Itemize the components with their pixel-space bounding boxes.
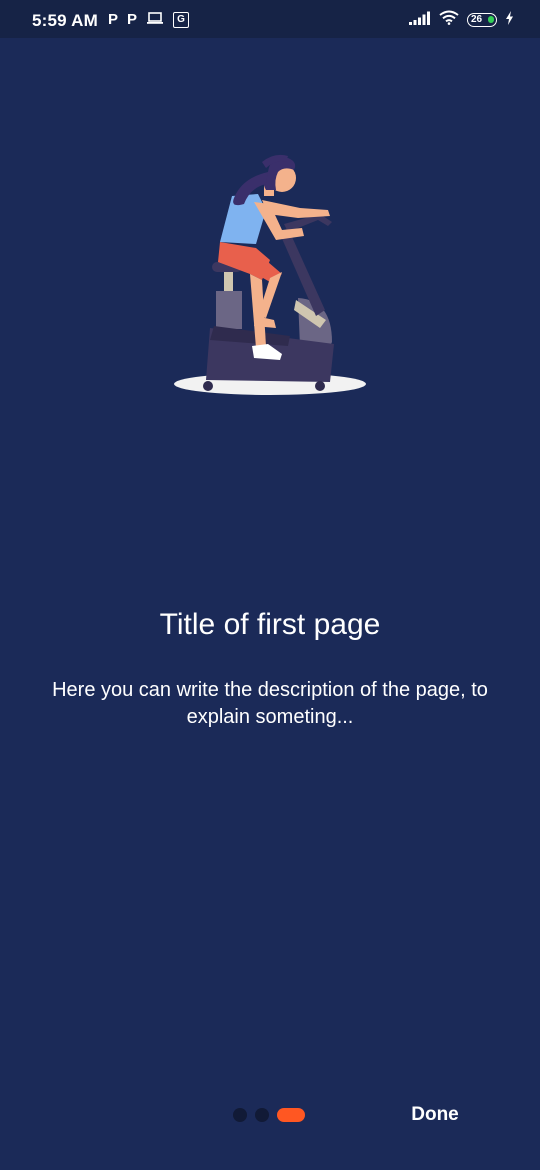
battery-icon: 26 — [467, 13, 497, 27]
page-dot[interactable] — [233, 1108, 247, 1122]
laptop-icon — [146, 11, 164, 30]
status-time: 5:59 AM — [32, 11, 98, 30]
signal-icon — [409, 11, 431, 30]
page-description: Here you can write the description of th… — [52, 679, 488, 728]
onboarding-screen: 5:59 AM P P G 26 Title of first page Her… — [0, 0, 540, 1170]
battery-level: 26 — [471, 14, 483, 25]
system-icons: 26 — [409, 10, 514, 30]
page-dot-active[interactable] — [277, 1108, 305, 1122]
p-app-icon: P — [108, 11, 119, 28]
page-indicator — [233, 1107, 305, 1123]
woman-on-exercise-bike-icon — [174, 154, 366, 395]
page-dot[interactable] — [255, 1108, 269, 1122]
done-button[interactable]: Done — [396, 1098, 474, 1132]
translate-icon: G — [173, 12, 190, 28]
status-bar: 5:59 AM P P G 26 — [0, 0, 540, 38]
p-app-icon: P — [127, 11, 138, 28]
battery-fill — [488, 16, 494, 23]
notification-icons: P P G — [108, 11, 190, 30]
wifi-icon — [439, 10, 459, 30]
page-title: Title of first page — [159, 608, 381, 641]
exercise-bike-illustration — [170, 150, 370, 400]
charging-icon — [505, 10, 514, 30]
